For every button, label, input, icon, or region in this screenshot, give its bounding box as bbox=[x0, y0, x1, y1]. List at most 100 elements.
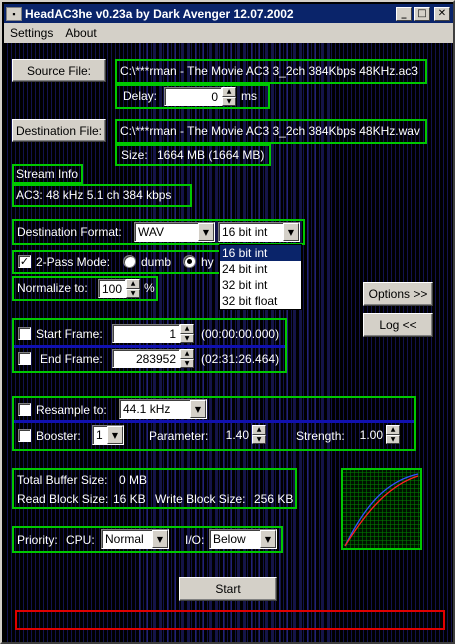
delay-unit: ms bbox=[241, 89, 257, 103]
size-value: 1664 MB (1664 MB) bbox=[157, 148, 265, 162]
start-frame-checkbox[interactable] bbox=[18, 327, 31, 340]
window-title: HeadAC3he v0.23a by Dark Avenger 12.07.2… bbox=[25, 6, 294, 21]
source-path: C:\***rman - The Movie AC3 3_2ch 384Kbps… bbox=[120, 64, 418, 78]
cpu-priority-select[interactable]: Normal ▼ bbox=[101, 529, 169, 549]
spin-down-icon[interactable]: ▼ bbox=[180, 358, 194, 368]
start-frame-input[interactable]: 1 bbox=[112, 324, 180, 343]
chevron-down-icon[interactable]: ▼ bbox=[152, 530, 168, 548]
booster-checkbox[interactable] bbox=[18, 429, 31, 442]
stream-info: AC3: 48 kHz 5.1 ch 384 kbps bbox=[16, 188, 172, 202]
source-file-button[interactable]: Source File: bbox=[12, 59, 106, 82]
normalize-input[interactable]: 100 bbox=[98, 279, 126, 298]
resample-label: Resample to: bbox=[36, 403, 107, 417]
curve-line-red bbox=[344, 475, 419, 547]
io-priority-select[interactable]: Below ▼ bbox=[209, 529, 277, 549]
spin-up-icon[interactable]: ▲ bbox=[180, 324, 194, 334]
options-button[interactable]: Options >> bbox=[363, 282, 433, 306]
priority-label: Priority: bbox=[17, 533, 58, 547]
spin-up-icon[interactable]: ▲ bbox=[126, 279, 140, 289]
io-priority-value: Below bbox=[213, 532, 246, 546]
resample-checkbox[interactable] bbox=[18, 403, 31, 416]
end-frame-checkbox[interactable] bbox=[18, 352, 31, 365]
app-icon: ▪ bbox=[6, 6, 22, 21]
menu-about[interactable]: About bbox=[59, 26, 102, 40]
menu-settings[interactable]: Settings bbox=[4, 26, 59, 40]
delay-label: Delay: bbox=[123, 89, 158, 103]
bits-select[interactable]: 16 bit int ▼ bbox=[218, 222, 300, 242]
io-label: I/O: bbox=[185, 533, 205, 547]
normalize-spinner[interactable]: ▲ ▼ bbox=[126, 279, 140, 298]
format-label: Destination Format: bbox=[17, 225, 122, 239]
divider bbox=[14, 345, 285, 348]
spin-down-icon[interactable]: ▼ bbox=[126, 288, 140, 298]
chevron-down-icon[interactable]: ▼ bbox=[198, 223, 214, 241]
start-frame-label: Start Frame: bbox=[36, 327, 103, 341]
end-frame-spinner[interactable]: ▲ ▼ bbox=[180, 349, 194, 368]
close-icon[interactable]: ✕ bbox=[434, 6, 450, 21]
menu-bar: Settings About bbox=[4, 23, 453, 43]
main-panel: Source File: C:\***rman - The Movie AC3 … bbox=[4, 43, 453, 642]
bits-option[interactable]: 32 bit float bbox=[220, 293, 301, 309]
spin-down-icon[interactable]: ▼ bbox=[222, 96, 236, 106]
bits-option[interactable]: 16 bit int bbox=[220, 245, 301, 261]
chevron-down-icon[interactable]: ▼ bbox=[260, 530, 276, 548]
normalize-label: Normalize to: bbox=[17, 281, 88, 295]
strength-label: Strength: bbox=[296, 429, 345, 443]
destination-path: C:\***rman - The Movie AC3 3_2ch 384Kbps… bbox=[120, 124, 420, 138]
bits-option[interactable]: 24 bit int bbox=[220, 261, 301, 277]
bits-dropdown-list[interactable]: 16 bit int 24 bit int 32 bit int 32 bit … bbox=[219, 244, 302, 310]
title-bar[interactable]: ▪ HeadAC3he v0.23a by Dark Avenger 12.07… bbox=[4, 4, 453, 23]
delay-input[interactable]: 0 bbox=[164, 87, 222, 106]
radio-dumb[interactable] bbox=[123, 255, 136, 268]
spin-up-icon[interactable]: ▲ bbox=[252, 425, 266, 435]
spin-up-icon[interactable]: ▲ bbox=[180, 349, 194, 359]
spin-down-icon[interactable]: ▼ bbox=[252, 434, 266, 444]
booster-curve-graph bbox=[341, 468, 422, 550]
chevron-down-icon[interactable]: ▼ bbox=[190, 400, 206, 418]
cpu-priority-value: Normal bbox=[105, 532, 144, 546]
read-block-value: 16 KB bbox=[113, 492, 146, 506]
spin-down-icon[interactable]: ▼ bbox=[386, 434, 400, 444]
two-pass-checkbox[interactable]: ✓ bbox=[18, 255, 31, 268]
radio-hybrid-label: hy bbox=[201, 255, 214, 269]
total-buffer-label: Total Buffer Size: bbox=[17, 473, 108, 487]
resample-select[interactable]: 44.1 kHz ▼ bbox=[119, 399, 207, 419]
stream-info-title: Stream Info bbox=[16, 167, 79, 181]
spin-up-icon[interactable]: ▲ bbox=[386, 425, 400, 435]
cpu-label: CPU: bbox=[66, 533, 95, 547]
booster-select[interactable]: 1 ▼ bbox=[92, 425, 124, 445]
curve-graph-svg bbox=[344, 473, 419, 547]
read-block-label: Read Block Size: bbox=[17, 492, 109, 506]
resample-select-value: 44.1 kHz bbox=[123, 402, 171, 416]
spin-down-icon[interactable]: ▼ bbox=[180, 333, 194, 343]
write-block-label: Write Block Size: bbox=[155, 492, 246, 506]
spin-up-icon[interactable]: ▲ bbox=[222, 87, 236, 97]
booster-label: Booster: bbox=[36, 429, 81, 443]
parameter-spinner[interactable]: ▲ ▼ bbox=[252, 425, 266, 444]
minimize-icon[interactable]: _ bbox=[396, 6, 412, 21]
end-frame-input[interactable]: 283952 bbox=[112, 349, 180, 368]
total-buffer-value: 0 MB bbox=[119, 473, 148, 487]
two-pass-label: 2-Pass Mode: bbox=[36, 255, 111, 269]
booster-select-value: 1 bbox=[96, 428, 103, 442]
destination-file-button[interactable]: Destination File: bbox=[12, 119, 106, 142]
strength-input[interactable]: 1.00 bbox=[354, 425, 386, 444]
curve-line-blue bbox=[344, 473, 419, 547]
chevron-down-icon[interactable]: ▼ bbox=[107, 426, 123, 444]
log-button[interactable]: Log << bbox=[363, 313, 433, 337]
chevron-down-icon[interactable]: ▼ bbox=[283, 223, 299, 241]
strength-spinner[interactable]: ▲ ▼ bbox=[386, 425, 400, 444]
parameter-input[interactable]: 1.40 bbox=[220, 425, 252, 444]
maximize-icon[interactable]: □ bbox=[414, 6, 430, 21]
start-button[interactable]: Start bbox=[179, 577, 277, 601]
bits-option[interactable]: 32 bit int bbox=[220, 277, 301, 293]
radio-hybrid[interactable] bbox=[183, 255, 196, 268]
parameter-label: Parameter: bbox=[149, 429, 209, 443]
end-frame-time: (02:31:26.464) bbox=[201, 352, 280, 366]
start-frame-spinner[interactable]: ▲ ▼ bbox=[180, 324, 194, 343]
bits-select-value: 16 bit int bbox=[222, 225, 268, 239]
delay-spinner[interactable]: ▲ ▼ bbox=[222, 87, 236, 106]
progress-bar bbox=[15, 610, 445, 630]
normalize-unit: % bbox=[144, 281, 155, 295]
format-select[interactable]: WAV ▼ bbox=[134, 222, 215, 242]
